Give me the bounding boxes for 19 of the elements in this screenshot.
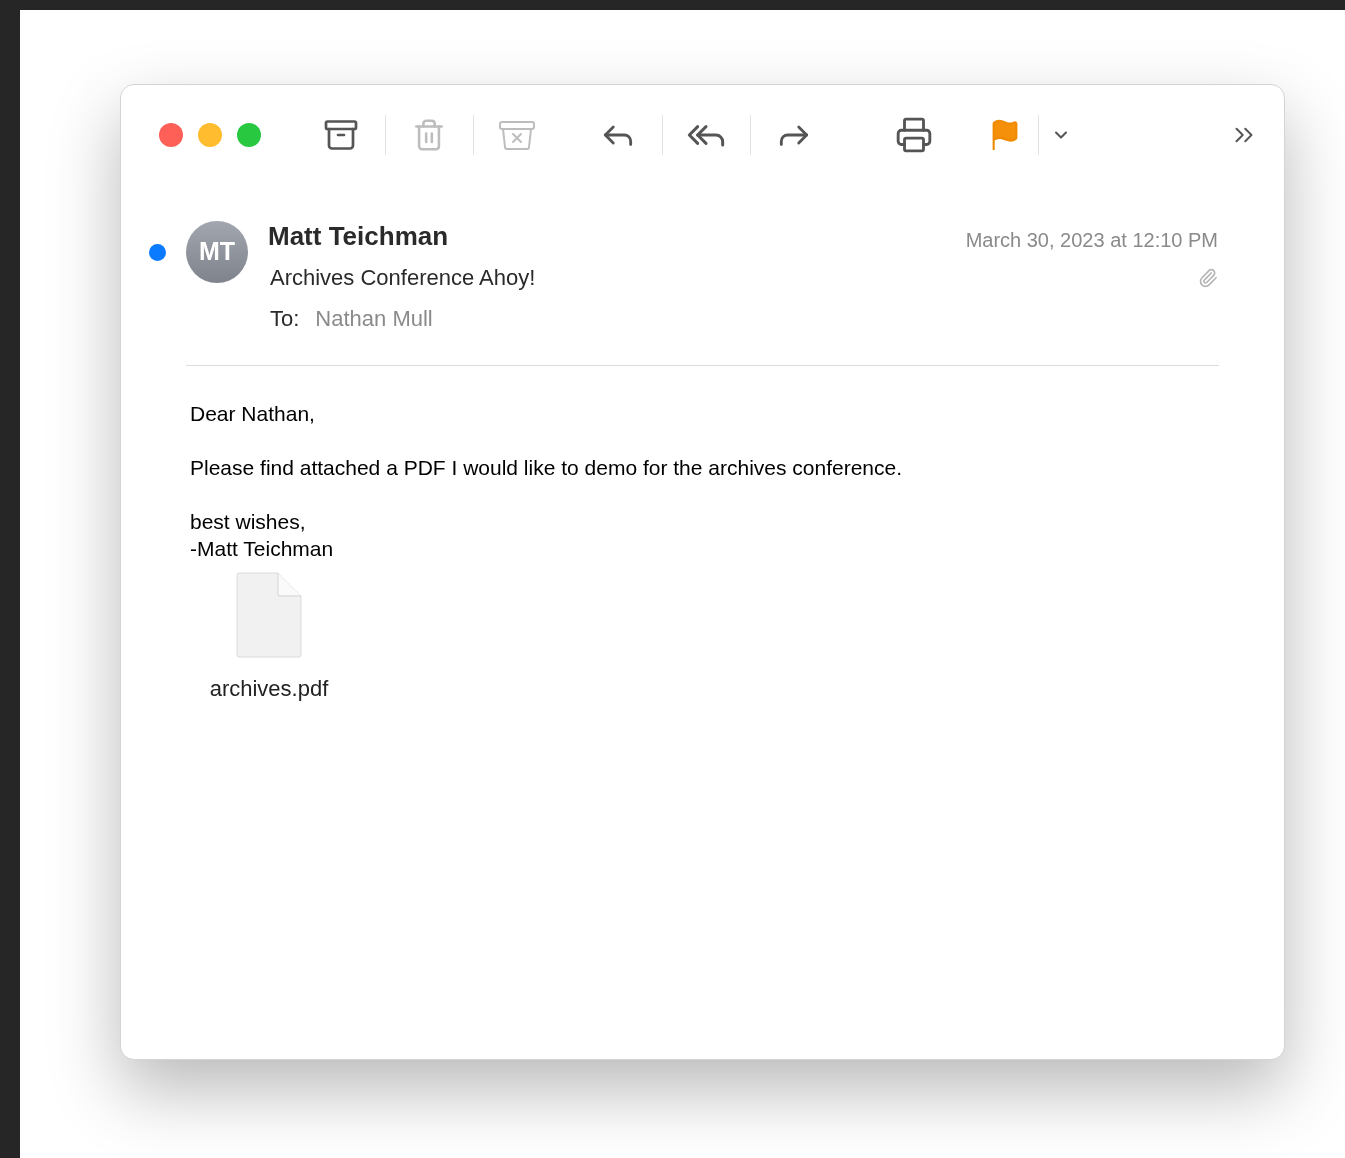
printer-icon: [895, 116, 933, 154]
attachment[interactable]: archives.pdf: [190, 572, 348, 705]
body-line: -Matt Teichman: [190, 536, 335, 562]
recipient-name: Nathan Mull: [315, 305, 433, 333]
close-button[interactable]: [159, 123, 183, 147]
body-line: best wishes,: [190, 509, 307, 535]
sender-avatar: MT: [186, 221, 248, 283]
archive-icon: [323, 117, 359, 153]
message-subject: Archives Conference Ahoy!: [270, 264, 536, 292]
message-date: March 30, 2023 at 12:10 PM: [965, 228, 1218, 253]
sender-name: Matt Teichman: [268, 221, 449, 251]
junk-icon: [498, 120, 536, 150]
attachment-filename: archives.pdf: [209, 675, 329, 703]
body-paragraph: Dear Nathan,: [190, 401, 316, 427]
body-paragraph: Please find attached a PDF I would like to demo for the archives conference.: [190, 455, 904, 481]
to-label: To:: [270, 305, 300, 333]
document-icon: [236, 572, 302, 658]
trash-icon: [412, 118, 446, 152]
paperclip-icon: [1198, 267, 1218, 288]
